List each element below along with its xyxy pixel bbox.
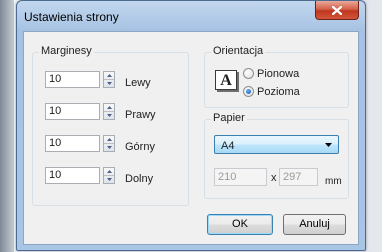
- chevron-down-icon: [325, 143, 332, 147]
- spin-down-button[interactable]: [104, 112, 114, 119]
- page-orientation-icon: A: [215, 70, 237, 90]
- margins-group: Marginesy 10 Lewy 10 Prawy 10 Górny 10 D…: [32, 45, 189, 206]
- margin-left-input[interactable]: 10: [45, 71, 100, 88]
- spin-down-button[interactable]: [104, 80, 114, 87]
- dimension-separator: x: [271, 172, 277, 184]
- margin-bottom-label: Dolny: [125, 173, 154, 185]
- arrow-up-icon: [106, 138, 112, 141]
- arrow-up-icon: [106, 74, 112, 77]
- margin-top-spinner[interactable]: [103, 135, 115, 152]
- unit-label: mm: [325, 176, 342, 187]
- background-panel: [364, 0, 382, 252]
- portrait-radio[interactable]: [243, 68, 254, 79]
- margin-right-spinner[interactable]: [103, 103, 115, 120]
- portrait-label: Pionowa: [257, 67, 300, 80]
- landscape-option[interactable]: Pozioma: [243, 85, 300, 98]
- paper-width-input[interactable]: 210: [214, 168, 267, 186]
- close-button[interactable]: [315, 1, 359, 20]
- arrow-down-icon: [106, 114, 112, 117]
- background-edge: [0, 0, 14, 252]
- paper-height-input[interactable]: 297: [279, 168, 318, 186]
- margin-left-label: Lewy: [125, 77, 151, 89]
- spin-up-button[interactable]: [104, 168, 114, 176]
- portrait-option[interactable]: Pionowa: [243, 67, 299, 80]
- margin-right-label: Prawy: [125, 109, 156, 121]
- dialog-body: Marginesy 10 Lewy 10 Prawy 10 Górny 10 D…: [23, 31, 359, 245]
- page-setup-dialog: Ustawienia strony Marginesy 10 Lewy 10 P…: [16, 0, 366, 251]
- arrow-down-icon: [106, 178, 112, 181]
- margin-top-label: Górny: [125, 141, 155, 153]
- margin-top-input[interactable]: 10: [45, 135, 100, 152]
- landscape-radio[interactable]: [243, 86, 254, 97]
- landscape-label: Pozioma: [257, 85, 300, 98]
- spin-up-button[interactable]: [104, 136, 114, 144]
- close-icon: [332, 5, 342, 15]
- margin-bottom-spinner[interactable]: [103, 167, 115, 184]
- orientation-group: Orientacja A Pionowa Pozioma: [204, 45, 349, 108]
- spin-up-button[interactable]: [104, 104, 114, 112]
- arrow-up-icon: [106, 106, 112, 109]
- cancel-button[interactable]: Anuluj: [283, 214, 346, 235]
- ok-button[interactable]: OK: [207, 214, 273, 235]
- spin-up-button[interactable]: [104, 72, 114, 80]
- arrow-down-icon: [106, 146, 112, 149]
- title-bar[interactable]: Ustawienia strony: [17, 1, 365, 35]
- dialog-title: Ustawienia strony: [24, 10, 119, 24]
- orientation-group-title: Orientacja: [211, 45, 266, 57]
- spin-down-button[interactable]: [104, 176, 114, 183]
- paper-size-value: A4: [221, 140, 235, 152]
- margin-bottom-input[interactable]: 10: [45, 167, 100, 184]
- spin-down-button[interactable]: [104, 144, 114, 151]
- paper-size-select[interactable]: A4: [214, 135, 339, 154]
- paper-group: Papier A4 210 x 297 mm: [204, 112, 349, 199]
- margin-right-input[interactable]: 10: [45, 103, 100, 120]
- margins-group-title: Marginesy: [39, 45, 94, 57]
- paper-group-title: Papier: [211, 112, 247, 124]
- arrow-down-icon: [106, 82, 112, 85]
- margin-left-spinner[interactable]: [103, 71, 115, 88]
- arrow-up-icon: [106, 170, 112, 173]
